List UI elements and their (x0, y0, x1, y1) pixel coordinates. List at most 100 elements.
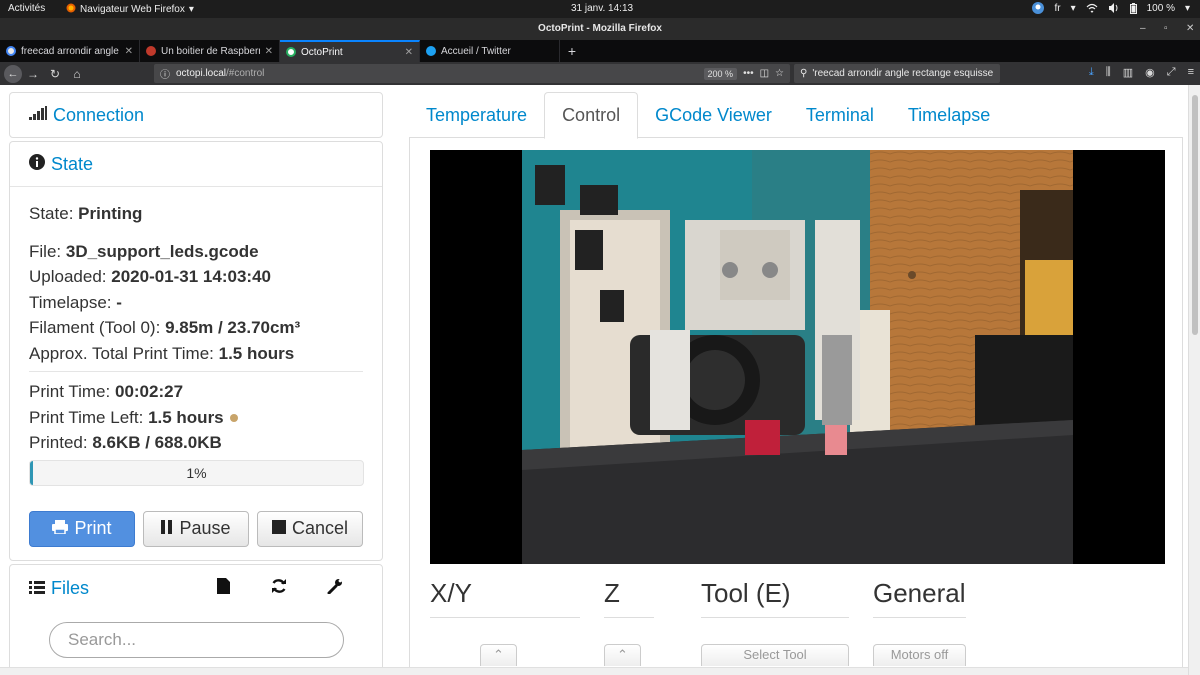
keyboard-layout[interactable]: fr (1054, 3, 1060, 14)
system-tray[interactable]: fr ▾ 100 % ▾ (1032, 2, 1190, 14)
print-button[interactable]: Print (29, 510, 135, 547)
pause-button[interactable]: Pause (143, 510, 249, 547)
google-icon (6, 46, 16, 56)
back-arrow-icon[interactable]: ← (4, 64, 22, 83)
browser-tab-label: OctoPrint (301, 46, 343, 58)
state-title[interactable]: State (51, 154, 93, 175)
tab-temperature[interactable]: Temperature (409, 92, 544, 138)
library-icon[interactable]: ⫼ (1106, 66, 1111, 79)
battery-label: 100 % (1146, 2, 1175, 14)
webcam-stream (430, 150, 1165, 564)
chevron-down-icon: ▾ (188, 4, 194, 15)
connection-header[interactable]: Connection (10, 93, 382, 137)
z-plus-button[interactable]: ⌃ (604, 644, 641, 666)
info-circle-icon (29, 153, 45, 175)
minimize-icon[interactable]: – (1140, 18, 1146, 40)
download-icon[interactable]: ⤓ (1089, 66, 1094, 79)
app-menu[interactable]: Navigateur Web Firefox ▾ (66, 3, 194, 16)
filament-row: Filament (Tool 0): 9.85m / 23.70cm³ (29, 318, 301, 337)
select-tool-button[interactable]: Select Tool (701, 644, 849, 666)
browser-tab-strip: freecad arrondir angle re ✕ Un boitier d… (0, 40, 1200, 62)
search-bar-text[interactable]: 'reecad arrondir angle rectange esquisse (812, 68, 993, 79)
scrollbar-thumb[interactable] (1192, 95, 1198, 335)
files-search-input[interactable]: Search... (49, 622, 344, 658)
uploaded-row: Uploaded: 2020-01-31 14:03:40 (29, 267, 271, 286)
system-top-bar: Activités Navigateur Web Firefox ▾ 31 ja… (0, 0, 1200, 18)
print-progress-bar: 1% (29, 459, 364, 486)
y-plus-button[interactable]: ⌃ (480, 644, 517, 666)
state-header[interactable]: State (10, 142, 382, 186)
files-title-link[interactable]: Files (29, 578, 195, 599)
browser-tab[interactable]: Accueil / Twitter (420, 40, 560, 62)
close-icon[interactable]: ✕ (1186, 18, 1194, 40)
browser-tab-label: freecad arrondir angle re (21, 45, 120, 57)
browser-tab[interactable]: Un boitier de Raspberry ✕ (140, 40, 280, 62)
sidebar-icon[interactable]: ▥ (1123, 66, 1133, 79)
motors-off-button[interactable]: Motors off (873, 644, 966, 666)
twitter-icon (426, 46, 436, 56)
z-control-column: Z ⌃ (604, 578, 654, 666)
tab-gcode-viewer[interactable]: GCode Viewer (638, 92, 789, 138)
horizontal-scrollbar[interactable] (0, 667, 1188, 675)
tab-timelapse[interactable]: Timelapse (891, 92, 1007, 138)
timelapse-value: - (116, 292, 122, 312)
wrench-icon[interactable] (307, 578, 363, 599)
control-tab-pane: X/Y ⌃ Z ⌃ Tool (E) Select Tool General M… (409, 138, 1183, 667)
url-bar[interactable]: ⓘ octopi.local/#control 200 % ••• ◫ ☆ (154, 64, 790, 83)
search-bar[interactable]: ⚲ 'reecad arrondir angle rectange esquis… (794, 64, 1000, 83)
connection-panel: Connection (9, 92, 383, 138)
main-tabs: Temperature Control GCode Viewer Termina… (409, 92, 1183, 139)
url-text[interactable]: octopi.local/#control (176, 68, 698, 79)
xy-control-column: X/Y ⌃ (430, 578, 580, 666)
print-button-label: Print (74, 518, 112, 538)
general-control-column: General Motors off (873, 578, 966, 666)
toolbar-right: ⤓ ⫼ ▥ ◉ ⤢ ≡ (1089, 66, 1194, 79)
close-icon[interactable]: ✕ (265, 46, 273, 57)
tab-control[interactable]: Control (544, 92, 639, 139)
general-title: General (873, 578, 966, 618)
estimate-indicator-icon[interactable] (229, 414, 238, 423)
extension-icon[interactable]: ⤢ (1167, 66, 1176, 79)
print-time-row: Print Time: 00:02:27 (29, 382, 184, 401)
bookmark-star-icon[interactable]: ☆ (775, 68, 784, 79)
new-file-icon[interactable] (195, 578, 251, 599)
new-tab-button[interactable]: + (560, 40, 584, 62)
menu-icon[interactable]: ≡ (1188, 66, 1194, 79)
connection-title[interactable]: Connection (53, 105, 144, 126)
firefox-icon (66, 3, 76, 16)
approx-time-value: 1.5 hours (218, 343, 295, 363)
more-actions-icon[interactable]: ••• (743, 68, 754, 79)
cancel-button-label: Cancel (291, 518, 349, 538)
account-icon[interactable] (1032, 2, 1045, 14)
reload-icon[interactable]: ↻ (44, 67, 66, 81)
activities-button[interactable]: Activités (8, 3, 45, 14)
browser-tab-active[interactable]: OctoPrint ✕ (280, 40, 420, 62)
info-icon[interactable]: ⓘ (160, 66, 170, 81)
tool-control-column: Tool (E) Select Tool (701, 578, 849, 666)
maximize-icon[interactable]: ▫ (1164, 18, 1168, 40)
tab-terminal[interactable]: Terminal (789, 92, 891, 138)
close-icon[interactable]: ✕ (125, 46, 133, 57)
app-menu-label: Navigateur Web Firefox (80, 4, 185, 15)
battery-icon (1129, 2, 1137, 14)
clock[interactable]: 31 janv. 14:13 (571, 3, 633, 14)
home-icon[interactable]: ⌂ (66, 67, 88, 81)
zoom-indicator[interactable]: 200 % (703, 67, 738, 80)
account-icon[interactable]: ◉ (1145, 66, 1155, 79)
vertical-scrollbar[interactable] (1188, 85, 1200, 675)
file-value: 3D_support_leds.gcode (65, 241, 259, 261)
close-icon[interactable]: ✕ (405, 47, 413, 58)
forward-arrow-icon[interactable]: → (22, 67, 44, 81)
pocket-icon[interactable]: ◫ (760, 68, 769, 79)
signal-icon (29, 105, 47, 125)
divider (29, 371, 363, 372)
go-arrow-icon[interactable]: → (998, 68, 1000, 79)
refresh-icon[interactable] (251, 578, 307, 599)
printer-icon (52, 518, 69, 539)
approx-time-row: Approx. Total Print Time: 1.5 hours (29, 343, 295, 363)
cancel-button[interactable]: Cancel (257, 510, 363, 547)
chevron-up-icon: ⌃ (493, 647, 504, 662)
chevron-up-icon: ⌃ (617, 647, 628, 662)
browser-tab[interactable]: freecad arrondir angle re ✕ (0, 40, 140, 62)
filament-value: 9.85m / 23.70cm³ (165, 318, 301, 337)
